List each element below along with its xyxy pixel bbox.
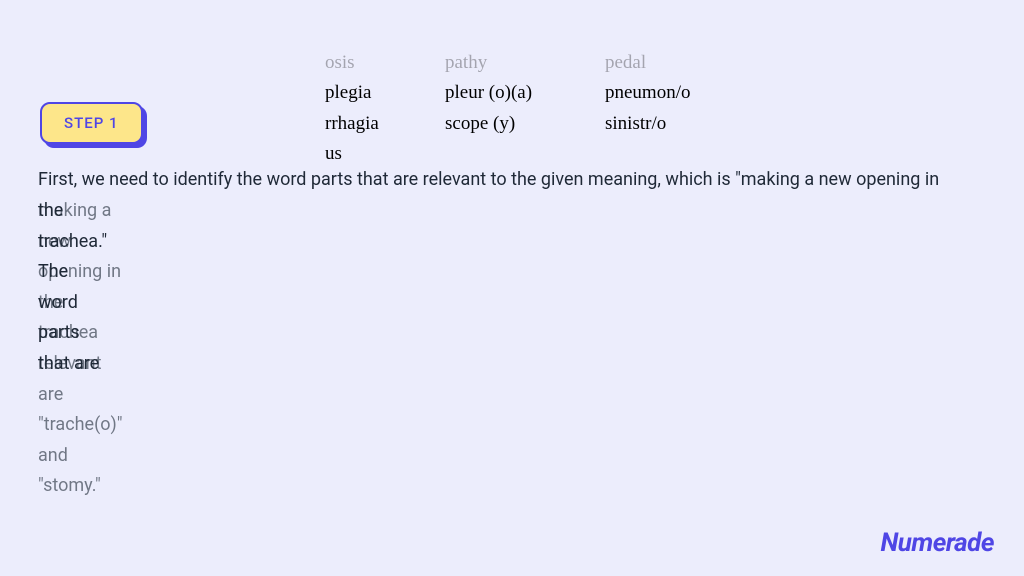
explanation-text: First, we need to identify the word part… (38, 165, 986, 196)
word-cell: rrhagia (325, 109, 445, 139)
table-row: plegia pleur (o)(a) pneumon/o (325, 78, 725, 108)
word-cell: pedal (605, 48, 725, 78)
table-row: rrhagia scope (y) sinistr/o (325, 109, 725, 139)
word-cell: pleur (o)(a) (445, 78, 605, 108)
overlap-text-b: making a new opening in the trachea rele… (38, 196, 123, 502)
brand-logo: Numerade (880, 528, 994, 558)
word-parts-table: osis pathy pedal plegia pleur (o)(a) pne… (325, 68, 725, 170)
step-badge: STEP 1 (40, 102, 143, 144)
word-cell: sinistr/o (605, 109, 725, 139)
explanation-line-1: First, we need to identify the word part… (38, 165, 986, 196)
word-cell: pathy (445, 48, 605, 78)
brand-text: Numerade (880, 528, 994, 558)
step-label: STEP 1 (64, 114, 119, 132)
word-cell: osis (325, 48, 445, 78)
word-cell: pneumon/o (605, 78, 725, 108)
table-row: osis pathy pedal (325, 48, 725, 78)
word-cell: scope (y) (445, 109, 605, 139)
word-cell: plegia (325, 78, 445, 108)
